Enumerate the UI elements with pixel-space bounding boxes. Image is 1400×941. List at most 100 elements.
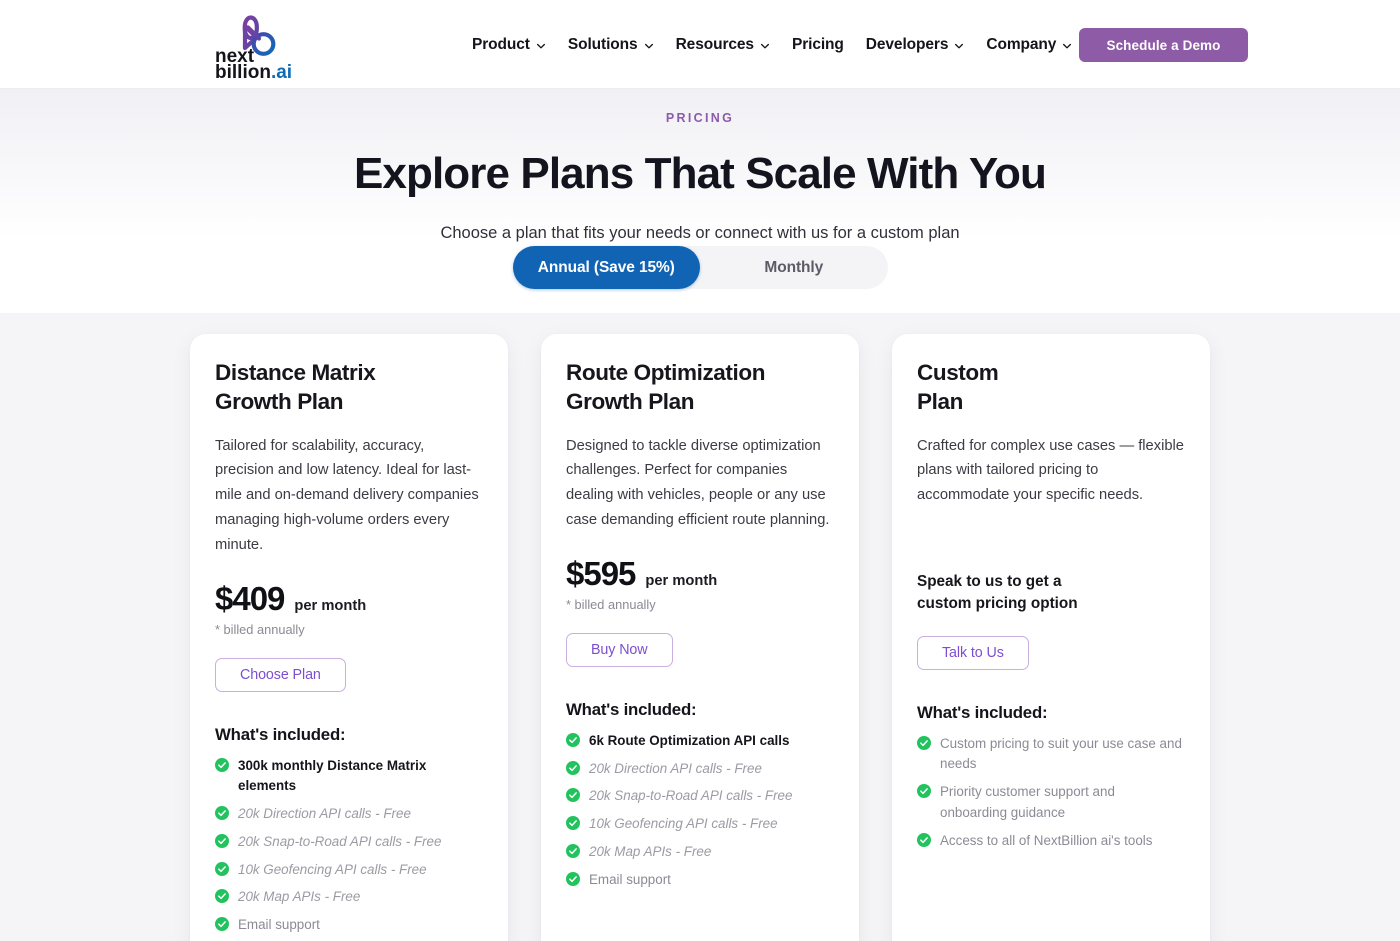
logo-mark-icon: next billion.ai: [215, 15, 292, 78]
buy-now-button[interactable]: Buy Now: [566, 632, 673, 667]
check-circle-icon: [215, 917, 229, 932]
plan-feature-list: 6k Route Optimization API calls 20k Dire…: [566, 731, 834, 891]
choose-plan-button[interactable]: Choose Plan: [215, 657, 346, 692]
feature-item: 20k Snap-to-Road API calls - Free: [566, 786, 834, 807]
plan-included-title: What's included:: [215, 724, 346, 744]
plan-price: $409: [215, 579, 285, 617]
feature-item: Email support: [566, 870, 834, 891]
nav-label: Product: [472, 35, 530, 53]
toggle-option-annual[interactable]: Annual (Save 15%): [512, 246, 700, 289]
check-circle-icon: [566, 760, 580, 775]
check-circle-icon: [566, 843, 580, 858]
feature-label: 20k Direction API calls - Free: [238, 806, 411, 822]
toggle-option-monthly[interactable]: Monthly: [700, 246, 888, 289]
schedule-demo-button[interactable]: Schedule a Demo: [1079, 28, 1248, 62]
nav-item-resources[interactable]: Resources: [676, 37, 770, 53]
plan-card-route-optimization: Route Optimization Growth Plan Designed …: [541, 334, 859, 941]
feature-label: 300k monthly Distance Matrix elements: [238, 757, 427, 794]
feature-label: 6k Route Optimization API calls: [589, 732, 790, 748]
plan-billing-note: * billed annually: [566, 596, 656, 612]
nextbillion-logo[interactable]: next billion.ai: [215, 10, 295, 78]
plan-card-distance-matrix: Distance Matrix Growth Plan Tailored for…: [190, 334, 508, 941]
chevron-down-icon: [954, 41, 964, 51]
pricing-page: next billion.ai Product Solutions Resour…: [0, 0, 1400, 941]
check-circle-icon: [215, 833, 229, 848]
site-header: next billion.ai Product Solutions Resour…: [0, 0, 1400, 89]
check-circle-icon: [917, 832, 931, 847]
feature-label: 10k Geofencing API calls - Free: [589, 816, 778, 832]
card-spacer: [917, 851, 1185, 936]
feature-item: 20k Map APIs - Free: [566, 842, 834, 863]
plan-custom-note: Speak to us to get a custom pricing opti…: [917, 573, 1078, 612]
plan-included-title: What's included:: [917, 702, 1048, 722]
plan-description: Designed to tackle diverse optimization …: [566, 437, 830, 529]
feature-item: Custom pricing to suit your use case and…: [917, 734, 1185, 776]
feature-label: 20k Map APIs - Free: [589, 843, 712, 859]
plan-price-block: $409 per month * billed annually: [215, 582, 483, 637]
check-circle-icon: [566, 788, 580, 803]
feature-label: Email support: [589, 871, 671, 887]
pricing-eyebrow: PRICING: [665, 111, 735, 125]
page-subtitle: Choose a plan that fits your needs or co…: [440, 223, 960, 242]
feature-label: 20k Snap-to-Road API calls - Free: [589, 788, 793, 804]
chevron-down-icon: [760, 41, 770, 51]
plan-price-period: per month: [294, 597, 367, 614]
check-circle-icon: [566, 732, 580, 747]
main-navigation: Product Solutions Resources Pricing Deve…: [472, 0, 1072, 89]
nav-item-solutions[interactable]: Solutions: [568, 37, 654, 53]
plan-price-row: $595 per month: [566, 557, 834, 590]
feature-item: 20k Snap-to-Road API calls - Free: [215, 832, 483, 853]
feature-label: 20k Snap-to-Road API calls - Free: [238, 833, 442, 849]
plan-card-custom: Custom Plan Crafted for complex use case…: [892, 334, 1210, 941]
chevron-down-icon: [1062, 41, 1072, 51]
feature-item: 6k Route Optimization API calls: [566, 731, 834, 752]
check-circle-icon: [215, 806, 229, 821]
billing-toggle: Annual (Save 15%) Monthly: [512, 246, 888, 289]
plan-title: Custom Plan: [917, 360, 999, 414]
plan-included-title: What's included:: [566, 699, 697, 719]
check-circle-icon: [215, 889, 229, 904]
billing-toggle-row: Annual (Save 15%) Monthly: [0, 246, 1400, 289]
check-circle-icon: [917, 784, 931, 799]
check-circle-icon: [566, 816, 580, 831]
feature-label: 20k Direction API calls - Free: [589, 760, 762, 776]
card-spacer: [566, 890, 834, 936]
check-circle-icon: [566, 871, 580, 886]
plan-price: $595: [566, 554, 636, 592]
feature-label: Access to all of NextBillion ai's tools: [940, 832, 1153, 848]
plan-billing-note: * billed annually: [215, 621, 305, 637]
talk-to-us-button[interactable]: Talk to Us: [917, 635, 1029, 670]
nav-item-product[interactable]: Product: [472, 37, 546, 53]
check-circle-icon: [215, 861, 229, 876]
plan-feature-list: Custom pricing to suit your use case and…: [917, 734, 1185, 852]
plan-description: Tailored for scalability, accuracy, prec…: [215, 437, 479, 553]
nav-item-pricing[interactable]: Pricing: [792, 37, 844, 53]
chevron-down-icon: [536, 41, 546, 51]
feature-item: 10k Geofencing API calls - Free: [215, 860, 483, 881]
plan-feature-list: 300k monthly Distance Matrix elements 20…: [215, 756, 483, 936]
plan-title: Route Optimization Growth Plan: [566, 360, 766, 414]
feature-item: Access to all of NextBillion ai's tools: [917, 831, 1185, 852]
feature-label: Custom pricing to suit your use case and…: [940, 735, 1182, 772]
plan-title: Distance Matrix Growth Plan: [215, 360, 376, 414]
nav-label: Resources: [675, 35, 754, 53]
feature-label: 10k Geofencing API calls - Free: [238, 861, 427, 877]
nav-label: Company: [986, 35, 1057, 53]
chevron-down-icon: [644, 41, 654, 51]
plan-price-period: per month: [645, 572, 718, 589]
feature-item: 20k Map APIs - Free: [215, 887, 483, 908]
nav-item-company[interactable]: Company: [986, 37, 1072, 53]
feature-item: Email support: [215, 915, 483, 936]
check-circle-icon: [917, 735, 931, 750]
plan-description: Crafted for complex use cases — flexible…: [917, 437, 1184, 504]
feature-label: 20k Map APIs - Free: [238, 889, 361, 905]
feature-label: Email support: [238, 917, 320, 933]
pricing-plans: Distance Matrix Growth Plan Tailored for…: [0, 334, 1400, 941]
nav-item-developers[interactable]: Developers: [866, 37, 965, 53]
check-circle-icon: [215, 757, 229, 772]
feature-item: Priority customer support and onboarding…: [917, 782, 1185, 824]
feature-item: 20k Direction API calls - Free: [215, 804, 483, 825]
nav-label: Developers: [865, 35, 949, 53]
plan-price-row: $409 per month: [215, 582, 483, 615]
feature-item: 20k Direction API calls - Free: [566, 759, 834, 780]
